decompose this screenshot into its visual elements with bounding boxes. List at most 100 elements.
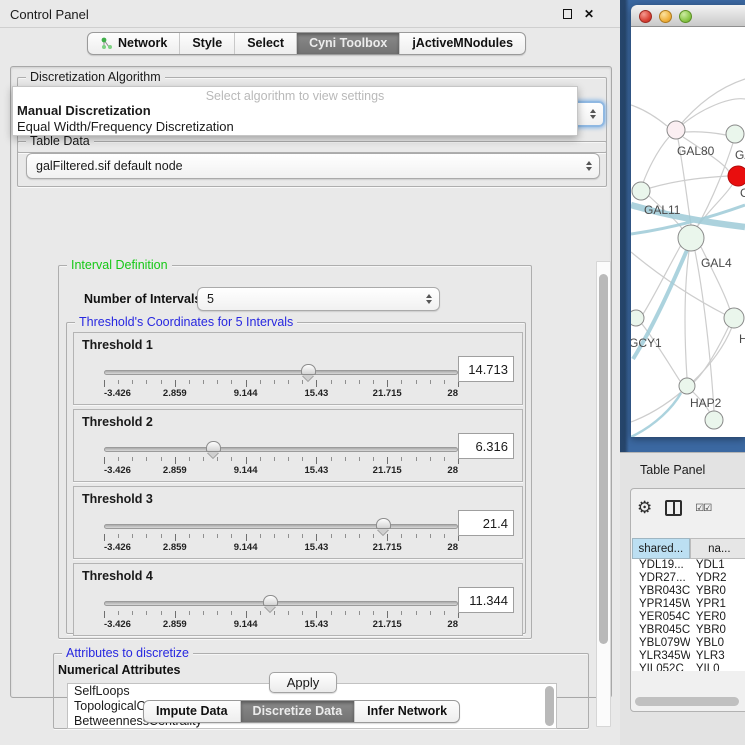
minimize-traffic-light-icon[interactable] [659,10,672,23]
network-nodes[interactable] [631,121,745,429]
cell[interactable]: YBR043C [632,585,690,598]
slider-thumb[interactable] [376,518,391,529]
table-row[interactable]: YLR345WYLR3 [632,650,745,663]
threshold-value-field[interactable]: 6.316 [458,433,514,459]
popup-item-manual-discretization[interactable]: Manual Discretization [13,103,577,119]
vertical-scrollbar[interactable] [596,261,611,727]
cell[interactable]: YDR2 [690,572,745,585]
settings-scroll-area: Interval Definition Number of Intervals … [27,259,619,731]
tab-discretize-data[interactable]: Discretize Data [241,701,356,722]
tick-label: 2.859 [163,388,187,399]
table-row[interactable]: YBR043CYBR0 [632,585,745,598]
node-table: shared... na... YDL19...YDL1 YDR27...YDR… [632,538,745,671]
tick-label: 9.144 [234,388,258,399]
tab-impute-data[interactable]: Impute Data [144,701,241,722]
cell[interactable]: YBR045C [632,624,690,637]
cell[interactable]: YLR345W [632,650,690,663]
zoom-traffic-light-icon[interactable] [679,10,692,23]
tab-label: Cyni Toolbox [309,36,387,50]
table-data-combobox[interactable]: galFiltered.sif default node [26,153,600,179]
slider-track[interactable] [104,524,458,529]
table-data-group: Table Data galFiltered.sif default node [17,141,607,187]
table-row[interactable]: YDR27...YDR2 [632,572,745,585]
tick-label: 15.43 [305,465,329,476]
cell[interactable]: YDL19... [632,559,690,572]
cell[interactable]: YIL052C [632,663,690,671]
network-node-gcy1[interactable] [631,310,644,326]
cell[interactable]: YIL0 [690,663,745,671]
tick-label: -3.426 [104,619,131,630]
tab-label: Impute Data [156,704,228,718]
tab-jactivemnodules[interactable]: jActiveMNodules [400,33,525,54]
threshold-slider[interactable] [104,447,458,453]
slider-track[interactable] [104,447,458,452]
scrollbar-thumb[interactable] [635,697,739,706]
slider-track[interactable] [104,601,458,606]
tick-label: -3.426 [104,465,131,476]
cell[interactable]: YDR27... [632,572,690,585]
checkbox-columns-icon[interactable]: ☑☑ [695,503,711,514]
network-canvas[interactable]: GAL80 GA C GAL11 GAL4 GCY1 H HAP2 [631,27,745,437]
combo-value: 5 [207,292,214,306]
cell[interactable]: YER054C [632,611,690,624]
tick-label: 15.43 [305,388,329,399]
table-row[interactable]: YIL052CYIL0 [632,663,745,671]
network-node-gal4[interactable] [678,225,704,251]
split-columns-icon[interactable] [665,500,682,516]
threshold-value-field[interactable]: 14.713 [458,356,514,382]
network-node-gal80[interactable] [667,121,685,139]
cell[interactable]: YPR1 [690,598,745,611]
slider-thumb[interactable] [263,595,278,606]
number-of-intervals-combobox[interactable]: 5 [197,287,440,311]
network-node[interactable] [726,125,744,143]
threshold-slider[interactable] [104,601,458,607]
threshold-value-field[interactable]: 21.4 [458,510,514,536]
cell[interactable]: YBR0 [690,624,745,637]
tab-select[interactable]: Select [235,33,297,54]
table-row[interactable]: YER054CYER0 [632,611,745,624]
cell[interactable]: YBR0 [690,585,745,598]
cell[interactable]: YLR3 [690,650,745,663]
tick-label: -3.426 [104,388,131,399]
column-header-shared-name[interactable]: shared... [632,538,690,559]
network-node[interactable] [705,411,723,429]
scrollbar-thumb[interactable] [599,274,608,644]
cell[interactable]: YBL0 [690,637,745,650]
cell[interactable]: YER0 [690,611,745,624]
cell[interactable]: YBL079W [632,637,690,650]
slider-track[interactable] [104,370,458,375]
table-row[interactable]: YBR045CYBR0 [632,624,745,637]
tab-label: Style [192,36,222,50]
horizontal-scrollbar[interactable] [635,697,745,708]
tab-network[interactable]: Network [88,33,180,54]
close-traffic-light-icon[interactable] [639,10,652,23]
network-node-hap2[interactable] [679,378,695,394]
tab-infer-network[interactable]: Infer Network [355,701,459,722]
table-row[interactable]: YPR145WYPR1 [632,598,745,611]
column-header-name[interactable]: na... [690,538,745,559]
table-row[interactable]: YBL079WYBL0 [632,637,745,650]
threshold-value-field[interactable]: 11.344 [458,587,514,613]
threshold-slider[interactable] [104,524,458,530]
tab-style[interactable]: Style [180,33,235,54]
table-row[interactable]: YDL19...YDL1 [632,559,745,572]
threshold-label: Threshold 1 [82,338,153,352]
slider-thumb[interactable] [301,364,316,375]
slider-thumb[interactable] [206,441,221,452]
network-node-gal11[interactable] [632,182,650,200]
cell[interactable]: YPR145W [632,598,690,611]
float-window-icon[interactable] [560,8,574,22]
tick-label: 9.144 [234,619,258,630]
apply-button[interactable]: Apply [269,672,337,693]
tab-cyni-toolbox[interactable]: Cyni Toolbox [297,33,400,54]
network-node-h[interactable] [724,308,744,328]
network-node-selected-red[interactable] [728,166,745,186]
cell[interactable]: YDL1 [690,559,745,572]
popup-item-equal-width-frequency[interactable]: Equal Width/Frequency Discretization [13,119,577,135]
network-window-titlebar[interactable] [631,5,745,27]
float-square-glyph [563,9,572,19]
list-scrollbar-thumb[interactable] [545,686,554,726]
gear-icon[interactable]: ⚙ [637,499,652,517]
close-icon[interactable]: ✕ [582,8,596,22]
threshold-slider[interactable] [104,370,458,376]
